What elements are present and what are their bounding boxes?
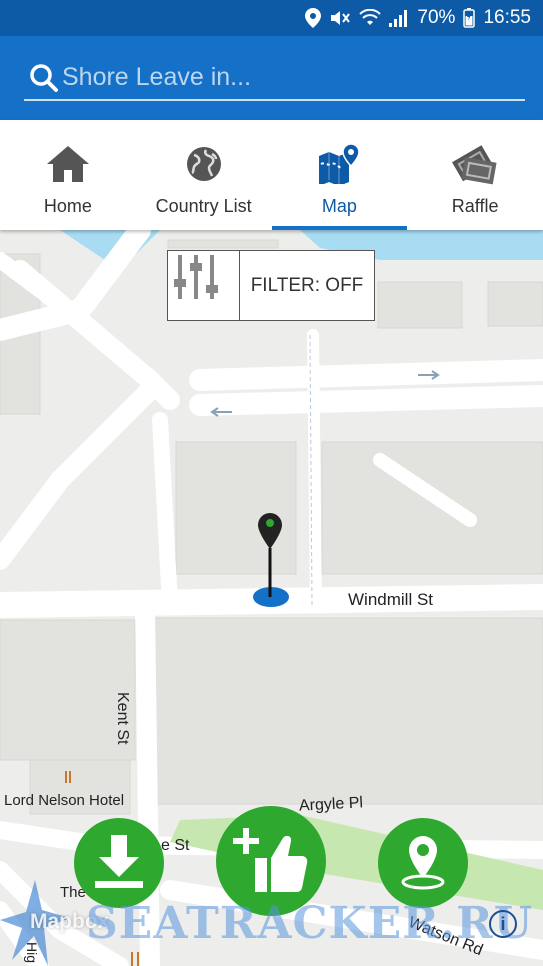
- wifi-icon: [359, 9, 382, 27]
- street-label-argyle: Argyle Pl: [298, 794, 364, 815]
- restaurant-icon: [131, 952, 139, 966]
- mute-icon: [329, 9, 351, 27]
- tickets-icon: [450, 144, 500, 185]
- search-icon: [30, 63, 58, 92]
- tab-raffle[interactable]: Raffle: [407, 120, 543, 230]
- street-label-partial: e St: [161, 837, 190, 854]
- filter-label: FILTER: OFF: [250, 274, 364, 296]
- download-button[interactable]: [74, 818, 164, 908]
- tab-map-label: Map: [321, 196, 357, 216]
- tab-home[interactable]: Home: [0, 120, 136, 230]
- signal-icon: [389, 9, 409, 27]
- tab-home-label: Home: [43, 196, 92, 216]
- clock: 16:55: [483, 7, 531, 28]
- location-pin-icon: [401, 836, 445, 890]
- add-thumbs-up-icon: [233, 828, 308, 892]
- filter-button[interactable]: FILTER: OFF: [167, 250, 375, 321]
- location-icon: [305, 8, 322, 28]
- search-bar[interactable]: [24, 56, 525, 101]
- map-pin-icon: [317, 144, 361, 184]
- sliders-icon: [168, 251, 240, 320]
- battery-percent: 70%: [417, 7, 456, 28]
- mapbox-logo[interactable]: Mapbox: [30, 910, 109, 934]
- street-label-windmill: Windmill St: [348, 590, 434, 609]
- attribution-info-button[interactable]: i: [489, 910, 517, 938]
- search-input[interactable]: [62, 63, 502, 92]
- app-bar: [0, 36, 543, 120]
- tab-map[interactable]: Map: [271, 120, 408, 230]
- battery-icon: [463, 8, 476, 28]
- tab-country-list[interactable]: Country List: [136, 120, 272, 230]
- tab-raffle-label: Raffle: [451, 196, 499, 216]
- tab-bar: Home Country List Map Raffle: [0, 120, 543, 230]
- poi-lord-nelson-hotel: Lord Nelson Hotel: [4, 792, 125, 809]
- add-like-button[interactable]: [216, 806, 326, 916]
- home-icon: [46, 144, 89, 184]
- my-location-button[interactable]: [378, 818, 468, 908]
- status-bar: 70% 16:55: [0, 0, 543, 36]
- download-icon: [95, 835, 143, 888]
- globe-icon: [186, 144, 222, 184]
- street-label-kent: Kent St: [114, 692, 131, 745]
- info-icon: i: [500, 913, 506, 934]
- tab-country-list-label: Country List: [155, 196, 252, 216]
